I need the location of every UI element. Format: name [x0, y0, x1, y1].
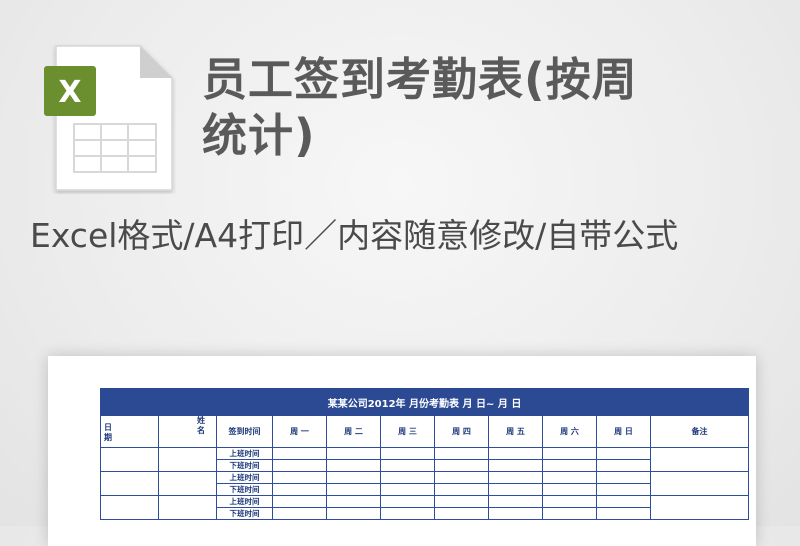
col-date: 日 期 — [100, 415, 159, 448]
title-line-2: 统计) — [202, 109, 316, 162]
col-sat: 周 六 — [542, 415, 597, 448]
col-fri: 周 五 — [488, 415, 543, 448]
row-label: 下班时间 — [216, 507, 273, 520]
title-line-1: 员工签到考勤表(按周 — [202, 53, 638, 106]
table-row: 上班时间 — [100, 447, 750, 472]
row-label: 下班时间 — [216, 483, 273, 496]
table-heading: 某某公司2012年 月份考勤表 月 日~ 月 日 — [99, 388, 750, 416]
col-thu: 周 四 — [434, 415, 489, 448]
row-label: 上班时间 — [216, 447, 273, 460]
col-name: 姓 名 — [158, 415, 217, 448]
page-title: 员工签到考勤表(按周 统计) — [202, 52, 762, 164]
subtitle: Excel格式/A4打印／内容随意修改/自带公式 — [30, 216, 679, 255]
col-checkin: 签到时间 — [216, 415, 273, 448]
spreadsheet-preview: 某某公司2012年 月份考勤表 月 日~ 月 日 日 期 姓 名 签到时间 周 … — [48, 356, 756, 546]
table-row: 上班时间 — [100, 471, 750, 496]
row-label: 下班时间 — [216, 459, 273, 472]
table-row: 上班时间 — [100, 495, 750, 520]
row-label: 上班时间 — [216, 471, 273, 484]
col-sun: 周 日 — [596, 415, 651, 448]
attendance-table: 某某公司2012年 月份考勤表 月 日~ 月 日 日 期 姓 名 签到时间 周 … — [99, 388, 750, 520]
col-tue: 周 二 — [326, 415, 381, 448]
col-remark: 备注 — [649, 415, 750, 448]
excel-letter: X — [58, 75, 81, 110]
row-label: 上班时间 — [216, 495, 273, 508]
col-wed: 周 三 — [380, 415, 435, 448]
excel-file-icon: X — [44, 45, 173, 191]
col-mon: 周 一 — [272, 415, 327, 448]
